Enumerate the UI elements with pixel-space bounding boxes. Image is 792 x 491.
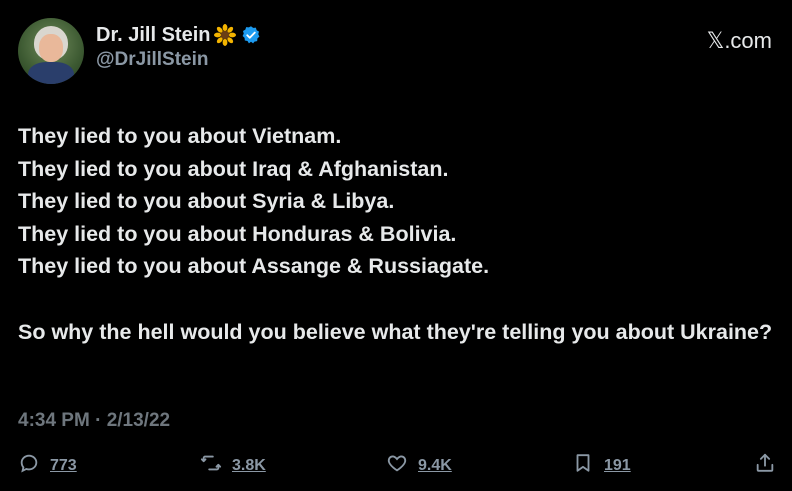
reply-button[interactable]: 773 [18, 452, 77, 479]
x-com-logo: 𝕏.com [706, 28, 772, 53]
bookmark-icon [572, 452, 594, 479]
display-name[interactable]: Dr. Jill Stein [96, 24, 210, 47]
like-button[interactable]: 9.4K [386, 452, 452, 479]
tweet-header: Dr. Jill Stein @DrJillStein [18, 18, 261, 84]
bookmark-count: 191 [604, 456, 631, 474]
tweet-line: They lied to you about Syria & Libya. [18, 189, 395, 213]
tweet-line: They lied to you about Assange & Russiag… [18, 254, 490, 278]
bookmark-button[interactable]: 191 [572, 452, 631, 479]
verified-badge-icon [241, 25, 261, 45]
retweet-button[interactable]: 3.8K [200, 452, 266, 479]
tweet-timestamp[interactable]: 4:34 PM · 2/13/22 [18, 410, 170, 432]
tweet-line: They lied to you about Iraq & Afghanista… [18, 156, 449, 181]
reply-icon [18, 452, 40, 479]
author-info: Dr. Jill Stein @DrJillStein [96, 24, 261, 71]
tweet-closing: So why the hell would you believe what t… [18, 319, 773, 344]
reply-count: 773 [50, 456, 77, 474]
sunflower-icon [214, 24, 237, 46]
user-handle[interactable]: @DrJillStein [96, 49, 261, 71]
avatar[interactable] [18, 18, 84, 84]
share-button[interactable] [754, 452, 776, 479]
tweet-line: They lied to you about Honduras & Bolivi… [18, 221, 457, 246]
like-count: 9.4K [418, 456, 452, 474]
action-bar: 773 3.8K 9.4K 191 [0, 452, 792, 484]
retweet-icon [200, 452, 222, 479]
share-icon [754, 452, 776, 479]
tweet-text: They lied to you about Vietnam. They lie… [18, 120, 778, 348]
tweet-card: Dr. Jill Stein @DrJillStein 𝕏.com They l… [0, 0, 792, 491]
retweet-count: 3.8K [232, 456, 266, 474]
heart-icon [386, 452, 408, 479]
tweet-line: They lied to you about Vietnam. [18, 124, 342, 148]
